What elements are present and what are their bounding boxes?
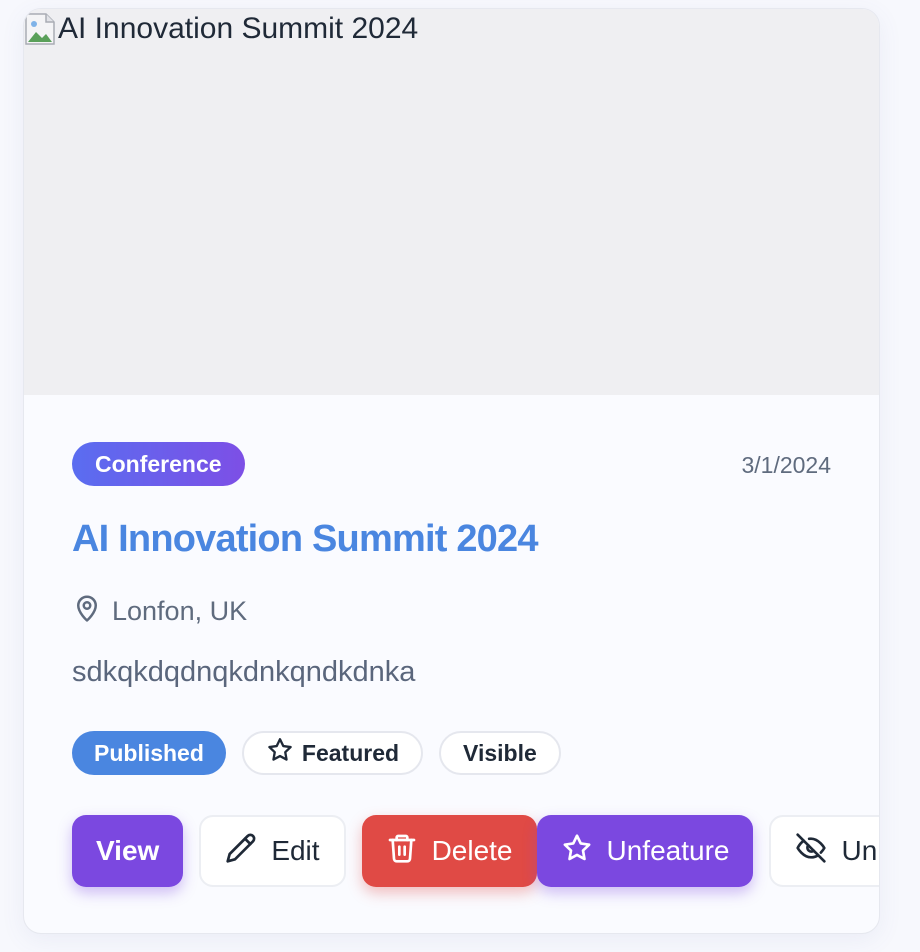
event-image: AI Innovation Summit 2024: [24, 9, 879, 395]
view-button-label: View: [96, 835, 160, 866]
unhide-button-label: Unhide: [841, 835, 879, 866]
edit-button-label: Edit: [271, 835, 320, 866]
broken-image: AI Innovation Summit 2024: [24, 11, 418, 47]
location-text: Lonfon, UK: [112, 596, 248, 626]
card-actions: View Edit Delete Unfeature Un: [72, 815, 879, 887]
card-body: Conference 3/1/2024 AI Innovation Summit…: [72, 442, 831, 775]
delete-button-label: Delete: [431, 835, 513, 866]
event-date: 3/1/2024: [741, 452, 831, 478]
featured-badge: Featured: [241, 731, 424, 775]
unfeature-button-label: Unfeature: [606, 835, 730, 866]
edit-button[interactable]: Edit: [199, 815, 346, 887]
visibility-badge: Visible: [439, 731, 561, 775]
image-alt-text: AI Innovation Summit 2024: [58, 12, 419, 45]
trash-icon: [386, 832, 418, 871]
category-badge: Conference: [72, 442, 245, 486]
unhide-button[interactable]: Unhide: [769, 815, 879, 887]
event-card: AI Innovation Summit 2024 Conference 3/1…: [23, 8, 880, 934]
eye-off-icon: [795, 832, 827, 871]
status-badges: Published Featured Visible: [72, 731, 561, 775]
map-pin-icon: [72, 592, 102, 631]
event-title[interactable]: AI Innovation Summit 2024: [72, 518, 538, 561]
star-icon: [561, 832, 593, 871]
star-icon: [266, 736, 294, 770]
card-meta-row: Conference 3/1/2024: [72, 442, 831, 486]
status-badge: Published: [72, 731, 226, 775]
delete-button[interactable]: Delete: [361, 815, 537, 887]
pencil-icon: [225, 832, 257, 871]
view-button[interactable]: View: [72, 815, 184, 887]
featured-badge-label: Featured: [301, 739, 400, 766]
event-description: sdkqkdqdnqkdnkqndkdnka: [72, 656, 416, 688]
unfeature-button[interactable]: Unfeature: [536, 815, 754, 887]
event-location: Lonfon, UK: [72, 592, 247, 631]
broken-image-icon: [24, 12, 56, 46]
